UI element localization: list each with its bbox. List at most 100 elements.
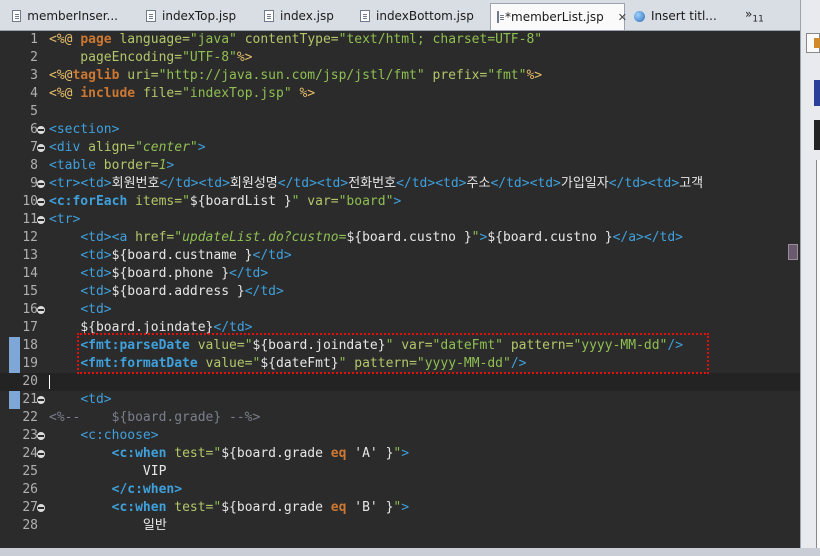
fold-toggle-icon[interactable] [37, 450, 45, 458]
code-line: 25 VIP [0, 463, 800, 481]
code-text: </c:when> [111, 482, 183, 497]
line-number: 3 [30, 68, 38, 83]
line-number: 4 [30, 86, 38, 101]
fold-toggle-icon[interactable] [37, 306, 45, 314]
line-number: 26 [22, 482, 38, 497]
tab-insert-title[interactable]: Insert titl... [628, 3, 728, 29]
line-number: 18 [22, 338, 38, 353]
fold-toggle-icon[interactable] [37, 126, 45, 134]
tab-indexbottom[interactable]: indexBottom.jsp [354, 3, 482, 29]
code-text: <td> [80, 302, 112, 317]
line-number: 23 [22, 428, 38, 443]
code-text: <c:choose> [80, 428, 159, 443]
line-number: 24 [22, 446, 38, 461]
tab-label: memberInser... [27, 9, 118, 23]
line-number: 28 [22, 518, 38, 533]
tab-overflow-button[interactable]: »11 [745, 7, 764, 24]
tab-label: indexTop.jsp [162, 9, 237, 23]
code-line: 24 <c:when test="${board.grade eq 'A' }"… [0, 445, 800, 463]
tab-memberinsert[interactable]: memberInser... [6, 3, 124, 29]
fold-toggle-icon[interactable] [37, 216, 45, 224]
line-number: 16 [22, 302, 38, 317]
fold-toggle-icon[interactable] [37, 504, 45, 512]
code-editor[interactable]: 1 <%@ page language="java" contentType="… [0, 31, 800, 556]
current-line: 20 [0, 373, 800, 391]
code-line: 22 <%-- ${board.grade} --%> [0, 409, 800, 427]
code-line: 3 <%@taglib uri="http://java.sun.com/jsp… [0, 67, 800, 85]
line-number: 19 [22, 356, 38, 371]
line-number: 9 [30, 176, 38, 191]
line-number: 8 [30, 158, 38, 173]
close-icon[interactable]: ✕ [618, 11, 627, 24]
fold-toggle-icon[interactable] [37, 144, 45, 152]
panel-divider [814, 120, 820, 150]
line-number: 20 [22, 374, 38, 389]
jsp-file-icon [360, 10, 370, 22]
code-text: <td>${board.phone }</td> [80, 266, 269, 281]
line-number: 21 [22, 392, 38, 407]
panel-list [816, 160, 820, 550]
tab-indextop[interactable]: indexTop.jsp [140, 3, 250, 29]
code-text: <section> [49, 122, 120, 137]
code-text: <c:forEach items="${boardList }" var="bo… [49, 194, 402, 209]
code-line: 23 <c:choose> [0, 427, 800, 445]
fold-toggle-icon[interactable] [37, 396, 45, 404]
line-number: 15 [22, 284, 38, 299]
tab-label: Insert titl... [651, 9, 717, 23]
code-line: 9 <tr><td>회원번호</td><td>회원성명</td><td>전화번호… [0, 175, 800, 193]
code-line: 14 <td>${board.phone }</td> [0, 265, 800, 283]
globe-icon [634, 10, 645, 22]
overview-ruler-marker[interactable] [788, 244, 798, 260]
code-line: 6 <section> [0, 121, 800, 139]
tab-label: index.jsp [280, 9, 334, 23]
line-number: 25 [22, 464, 38, 479]
panel-icon [814, 38, 820, 48]
code-line: 27 <c:when test="${board.grade eq 'B' }"… [0, 499, 800, 517]
highlight-annotation [77, 333, 709, 374]
line-number: 2 [30, 50, 38, 65]
code-text: <c:when test="${board.grade eq 'A' }"> [111, 446, 410, 461]
code-text: <tr> [49, 212, 81, 227]
line-number: 13 [22, 248, 38, 263]
code-text: <%@taglib uri="http://java.sun.com/jsp/j… [49, 68, 543, 83]
code-text: <%-- ${board.grade} --%> [49, 410, 261, 425]
code-text: <%@ page language="java" contentType="te… [49, 32, 543, 47]
editor-tab-bar: memberInser... indexTop.jsp index.jsp in… [0, 0, 808, 31]
code-line: 8 <table border=1> [0, 157, 800, 175]
code-text: <td><a href="updateList.do?custno=${boar… [80, 230, 684, 245]
tab-index[interactable]: index.jsp [258, 3, 348, 29]
jsp-file-icon [497, 11, 504, 23]
code-line: 7 <div align="center"> [0, 139, 800, 157]
code-text: <td> [80, 392, 112, 407]
code-text: <td>${board.custname }</td> [80, 248, 292, 263]
tab-label: indexBottom.jsp [376, 9, 474, 23]
code-text: VIP [49, 464, 167, 479]
code-line: 5 [0, 103, 800, 121]
line-number: 12 [22, 230, 38, 245]
bottom-view-bar [0, 548, 820, 556]
line-number: 17 [22, 320, 38, 335]
code-line: 16 <td> [0, 301, 800, 319]
jsp-file-icon [12, 10, 22, 22]
fold-toggle-icon[interactable] [37, 432, 45, 440]
code-line: 11 <tr> [0, 211, 800, 229]
fold-toggle-icon[interactable] [37, 198, 45, 206]
code-text: pageEncoding="UTF-8"%> [49, 50, 253, 65]
code-line: 26 </c:when> [0, 481, 800, 499]
line-number: 14 [22, 266, 38, 281]
line-number: 22 [22, 410, 38, 425]
code-line: 1 <%@ page language="java" contentType="… [0, 31, 800, 49]
tab-label: *memberList.jsp [505, 10, 604, 24]
code-line: 21 <td> [0, 391, 800, 409]
code-line: 4 <%@ include file="indexTop.jsp" %> [0, 85, 800, 103]
panel-selection [814, 80, 820, 106]
tab-memberlist[interactable]: *memberList.jsp ✕ [490, 3, 627, 30]
jsp-file-icon [146, 10, 156, 22]
code-text: 일반 [49, 518, 167, 533]
fold-toggle-icon[interactable] [37, 180, 45, 188]
code-text: <c:when test="${board.grade eq 'B' }"> [111, 500, 410, 515]
jsp-file-icon [264, 10, 274, 22]
line-number: 6 [30, 122, 38, 137]
code-line: 13 <td>${board.custname }</td> [0, 247, 800, 265]
line-number: 5 [30, 104, 38, 119]
